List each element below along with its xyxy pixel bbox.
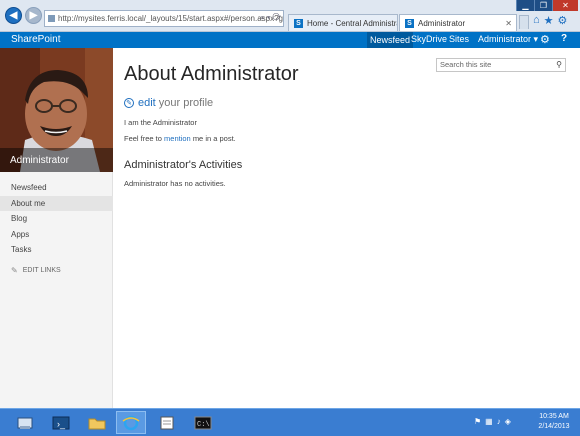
- gear-icon[interactable]: ⚙: [558, 14, 568, 27]
- tab-label: Administrator: [418, 18, 466, 28]
- quicklaunch-item-tasks[interactable]: Tasks: [0, 242, 113, 257]
- clock-time: 10:35 AM: [539, 413, 569, 420]
- profile-name: Administrator: [10, 155, 69, 166]
- quicklaunch-item-apps[interactable]: Apps: [0, 227, 113, 242]
- close-button[interactable]: ✕: [552, 0, 578, 11]
- search-input[interactable]: Search this site ⚲: [436, 58, 566, 72]
- speaker-icon[interactable]: ♪: [497, 417, 501, 426]
- mention-link[interactable]: mention: [164, 134, 191, 143]
- tab-label: Home - Central Administration: [307, 18, 397, 28]
- edit-profile-link[interactable]: ✎ edit your profile: [124, 97, 213, 109]
- mention-prefix: Feel free to: [124, 134, 162, 143]
- search-placeholder: Search this site: [440, 60, 492, 69]
- clock[interactable]: 10:35 AM 2/14/2013: [534, 412, 574, 432]
- address-text: http://mysites.ferris.local/_layouts/15/…: [58, 14, 284, 23]
- user-name: Administrator: [478, 34, 532, 44]
- profile-picture: [0, 48, 113, 172]
- edit-link[interactable]: edit: [138, 97, 156, 109]
- window-controls: ▁ ❐ ✕: [516, 0, 578, 11]
- quicklaunch-item-blog[interactable]: Blog: [0, 211, 113, 226]
- sharepoint-brand[interactable]: SharePoint: [11, 34, 60, 45]
- minimize-button[interactable]: ▁: [516, 0, 534, 11]
- edit-profile-text: your profile: [158, 97, 214, 109]
- server-manager-icon[interactable]: [10, 411, 40, 434]
- internet-explorer-icon[interactable]: [116, 411, 146, 434]
- favorites-icon[interactable]: ★: [544, 14, 554, 27]
- home-icon[interactable]: ⌂: [533, 14, 540, 27]
- suite-link-newsfeed[interactable]: Newsfeed: [367, 32, 414, 48]
- flag-icon[interactable]: ⚑: [474, 417, 481, 426]
- suite-bar: SharePoint Newsfeed SkyDrive Sites Admin…: [0, 32, 580, 48]
- system-tray: ⚑ ▦ ♪ ◈: [474, 417, 511, 426]
- mention-suffix: me in a post.: [192, 134, 236, 143]
- clock-date: 2/14/2013: [538, 423, 570, 430]
- quick-launch: Newsfeed About me Blog Apps Tasks: [0, 180, 113, 258]
- page-icon: [48, 15, 55, 22]
- search-icon[interactable]: ⚲: [556, 59, 562, 71]
- help-button[interactable]: ?: [561, 33, 567, 44]
- about-text: I am the Administrator: [124, 118, 197, 127]
- mention-line: Feel free to mention me in a post.: [124, 134, 236, 143]
- sharepoint-icon: S: [294, 18, 303, 28]
- page-title: About Administrator: [124, 63, 299, 85]
- address-bar[interactable]: http://mysites.ferris.local/_layouts/15/…: [44, 10, 284, 27]
- svg-text:C:\: C:\: [197, 421, 210, 429]
- no-activities-text: Administrator has no activities.: [124, 179, 226, 188]
- close-tab-icon[interactable]: ✕: [505, 19, 512, 28]
- forward-button[interactable]: ▶: [25, 7, 42, 24]
- tab-central-admin[interactable]: S Home - Central Administration: [288, 14, 398, 31]
- quicklaunch-item-newsfeed[interactable]: Newsfeed: [0, 180, 113, 195]
- network-icon[interactable]: ▦: [485, 417, 493, 426]
- browser-toolbar: ⌂ ★ ⚙: [533, 14, 567, 27]
- quicklaunch-item-about-me[interactable]: About me: [0, 195, 113, 211]
- sharepoint-icon: S: [405, 18, 414, 28]
- user-menu[interactable]: Administrator ▾: [478, 34, 538, 45]
- refresh-icon[interactable]: ⌕ ▾ ⟳: [260, 13, 281, 23]
- powershell-icon[interactable]: ›_: [46, 411, 76, 434]
- left-panel: Administrator Newsfeed About me Blog App…: [0, 48, 113, 408]
- command-prompt-icon[interactable]: C:\: [188, 411, 218, 434]
- edit-links-button[interactable]: ✎ EDIT LINKS: [11, 266, 61, 275]
- taskbar: ›_ C:\ ⚑ ▦ ♪ ◈ 10:35 AM 2/14/2013: [0, 408, 580, 436]
- shield-icon[interactable]: ◈: [505, 417, 511, 426]
- suite-link-skydrive[interactable]: SkyDrive: [411, 34, 447, 44]
- file-explorer-icon[interactable]: [82, 411, 112, 434]
- suite-link-sites[interactable]: Sites: [449, 34, 469, 44]
- document-window-icon[interactable]: [152, 411, 182, 434]
- settings-gear-icon[interactable]: ⚙: [540, 33, 550, 46]
- back-button[interactable]: ◀: [5, 7, 22, 24]
- pencil-icon: ✎: [11, 266, 18, 275]
- edit-links-label: EDIT LINKS: [22, 267, 61, 274]
- profile-photo[interactable]: Administrator: [0, 48, 113, 172]
- tab-administrator[interactable]: S Administrator ✕: [399, 14, 517, 31]
- browser-chrome: ◀ ▶ http://mysites.ferris.local/_layouts…: [0, 0, 580, 32]
- edit-icon: ✎: [124, 98, 134, 108]
- new-tab-button[interactable]: [519, 15, 529, 29]
- svg-text:›_: ›_: [57, 419, 66, 429]
- activities-heading: Administrator's Activities: [124, 159, 243, 171]
- maximize-button[interactable]: ❐: [534, 0, 552, 11]
